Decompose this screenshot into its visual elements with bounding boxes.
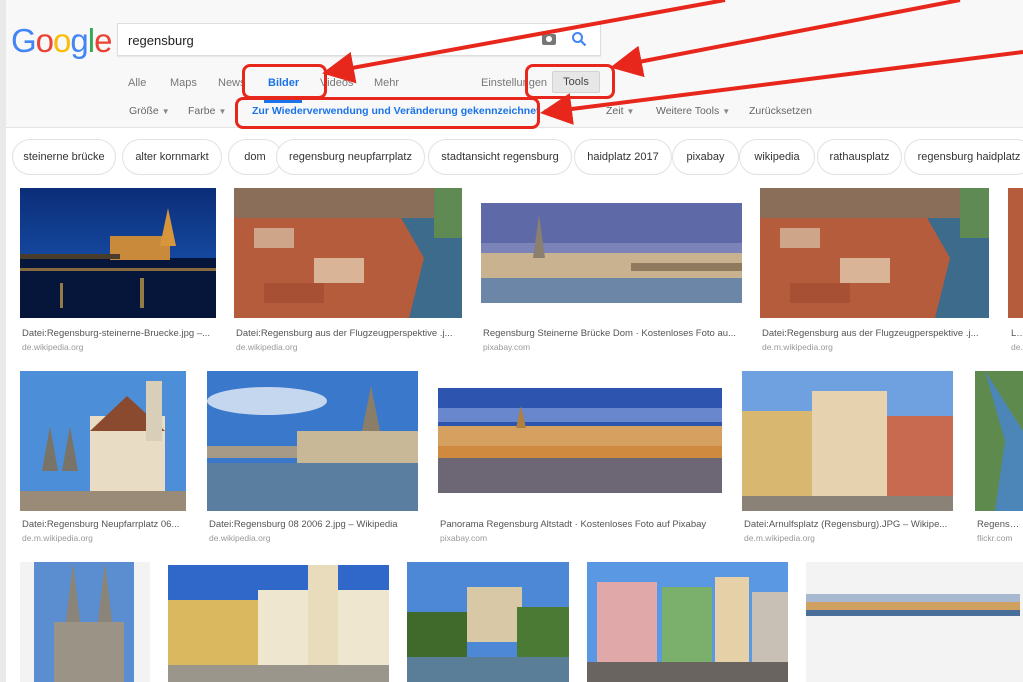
annotation-arrow — [540, 50, 1023, 125]
annotation-arrow — [322, 0, 726, 84]
annotation-arrows — [322, 0, 1023, 125]
page: Google Alle Maps News Bilder Videos Mehr… — [0, 0, 1023, 682]
